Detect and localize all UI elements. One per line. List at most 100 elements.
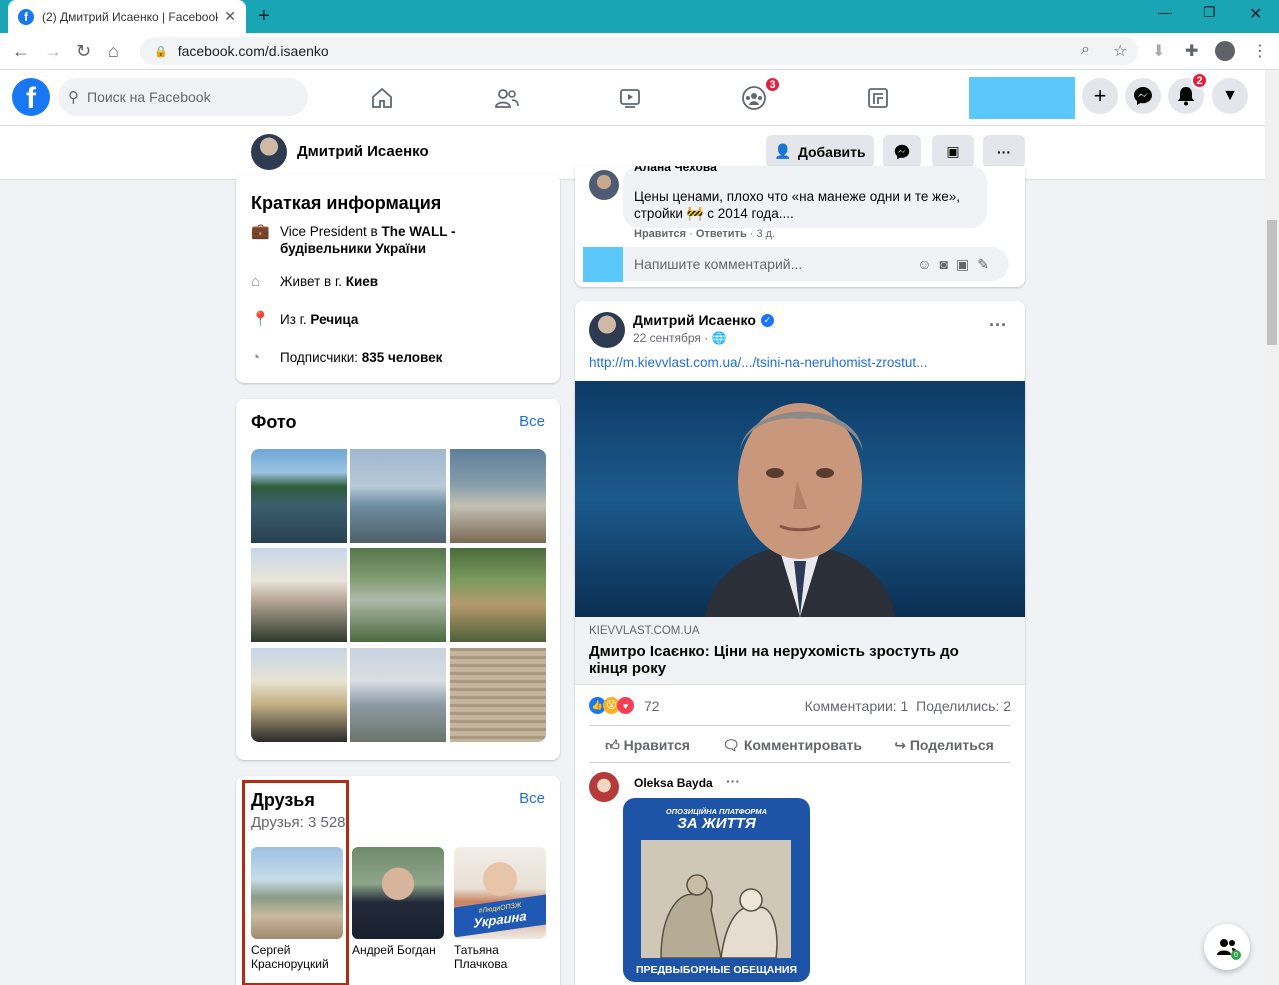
bookmark-star-icon[interactable]: ☆ (1113, 41, 1127, 61)
divider (589, 725, 1010, 726)
profile-shortcut[interactable] (969, 77, 1075, 119)
create-plus-icon[interactable]: + (1082, 78, 1118, 114)
photo-thumbnail[interactable] (450, 548, 546, 642)
facebook-logo-icon[interactable]: f (12, 78, 50, 116)
post-meta: 22 сентября · 🌐 (633, 331, 727, 345)
message-button[interactable] (883, 135, 921, 168)
browser-menu-icon[interactable]: ⋮ (1252, 41, 1268, 61)
download-icon[interactable]: ⬇ (1152, 41, 1165, 61)
link-preview-image[interactable] (575, 381, 1025, 617)
reactions-count: 72 (644, 697, 660, 714)
page-scrollbar[interactable] (1265, 70, 1279, 985)
post-more-icon[interactable]: ··· (989, 315, 1007, 336)
close-window-icon[interactable]: ✕ (1249, 4, 1262, 24)
comment-author[interactable]: Алана Чехова (634, 166, 717, 174)
friend-photo[interactable]: #ЛюдиОПЗЖ Украина (454, 847, 546, 939)
zoom-icon[interactable]: ⌕ (1081, 41, 1090, 59)
post-share-button[interactable]: ↪ Поделиться (894, 737, 994, 754)
search-input[interactable]: ⚲ Поиск на Facebook (58, 78, 308, 116)
from-city-link[interactable]: Речица (310, 312, 358, 327)
post-comment-button[interactable]: 🗨︎ Комментировать (722, 737, 862, 754)
photo-thumbnail[interactable] (450, 449, 546, 543)
comment-reply-link[interactable]: Ответить (696, 228, 747, 240)
photo-thumbnail[interactable] (350, 548, 446, 642)
post-author-avatar[interactable] (589, 312, 625, 348)
photo-thumbnail[interactable] (350, 449, 446, 543)
new-chat-button[interactable]: 0 (1204, 924, 1250, 970)
nav-home-icon[interactable] (367, 84, 397, 112)
restore-icon[interactable]: ❐ (1203, 4, 1216, 21)
scrollbar-thumb[interactable] (1267, 220, 1277, 345)
photo-thumbnail[interactable] (251, 449, 347, 543)
home-icon[interactable]: ⌂ (108, 41, 119, 62)
comment-more-icon[interactable]: ··· (726, 773, 740, 789)
cartoon-drawing (641, 840, 791, 959)
add-friend-button[interactable]: 👤 Добавить (766, 135, 874, 168)
nav-watch-icon[interactable] (615, 84, 645, 112)
briefcase-icon: 💼 (251, 223, 270, 240)
link-preview-caption[interactable]: KIEVVLAST.COM.UA Дмитро Ісаєнко: Ціни на… (575, 617, 1025, 685)
messenger-icon[interactable] (1125, 78, 1161, 114)
comment-like-link[interactable]: Нравится (634, 228, 686, 240)
highlight-box (242, 780, 349, 985)
more-dots-icon: ··· (997, 143, 1011, 160)
tab-close-icon[interactable]: ✕ (224, 8, 236, 25)
back-arrow-icon[interactable]: ← (12, 41, 30, 62)
shares-count-link[interactable]: Поделились: 2 (916, 698, 1011, 714)
friend-name[interactable]: Татьяна Плачкова (454, 943, 549, 971)
photos-title: Фото (251, 412, 297, 432)
reload-icon[interactable]: ↻ (76, 41, 91, 62)
friends-see-all-link[interactable]: Все (519, 790, 545, 807)
comment-actions: Нравится · Ответить · 3 д. (634, 228, 776, 240)
address-bar: ← → ↻ ⌂ 🔒 facebook.com/d.isaenko ⌕ ☆ ⬇ ✚… (0, 33, 1279, 70)
more-options-button[interactable]: ··· (983, 135, 1025, 168)
new-tab-button[interactable]: + (258, 5, 270, 28)
extensions-puzzle-icon[interactable]: ✚ (1185, 41, 1198, 61)
write-comment-input[interactable]: Напишите комментарий... ☺◙▣✎ (623, 247, 1009, 281)
comments-count-link[interactable]: Комментарии: 1 (805, 698, 909, 714)
account-menu-chevron-icon[interactable]: ▼ (1212, 78, 1248, 114)
post-like-button[interactable]: 👍︎ Нравится (605, 737, 690, 754)
photos-card: Фото Все (236, 399, 560, 760)
comment-bubble-icon: 🗨︎ (722, 736, 740, 753)
friend-photo[interactable] (352, 847, 444, 939)
nav-gaming-icon[interactable] (863, 84, 893, 112)
commenter-avatar[interactable] (589, 772, 619, 802)
photo-thumbnail[interactable] (450, 648, 546, 742)
comment-time: 3 д. (756, 228, 776, 240)
commenter-avatar[interactable] (589, 170, 619, 200)
search-icon: ⚲ (68, 89, 79, 106)
post-date[interactable]: 22 сентября (633, 331, 701, 345)
facebook-favicon-icon: f (18, 8, 34, 25)
lives-city-link[interactable]: Киев (346, 274, 378, 289)
nav-friends-icon[interactable] (492, 84, 522, 112)
comment-tools-icons[interactable]: ☺◙▣✎ (917, 256, 997, 273)
followers-count-link[interactable]: 835 человек (362, 350, 443, 365)
photo-thumbnail[interactable] (350, 648, 446, 742)
photo-thumbnail[interactable] (251, 648, 347, 742)
post-actions-bar: 👍︎ Нравится 🗨︎ Комментировать ↪ Поделить… (589, 729, 1010, 761)
forward-arrow-icon[interactable]: → (44, 41, 62, 62)
account-icon[interactable] (1215, 41, 1235, 61)
nav-groups-icon[interactable]: 3 (739, 76, 781, 112)
profile-avatar[interactable] (251, 134, 287, 170)
post-author-name[interactable]: Дмитрий Исаенко (633, 312, 756, 328)
post-link[interactable]: http://m.kievvlast.com.ua/.../tsini-na-n… (589, 355, 927, 370)
friend-name[interactable]: Андрей Богдан (352, 943, 447, 957)
post-comment-label: Комментировать (743, 736, 862, 753)
photos-see-all-link[interactable]: Все (519, 413, 545, 430)
comment-author[interactable]: Oleksa Bayda (634, 776, 713, 790)
minimize-icon[interactable]: — (1158, 4, 1172, 20)
browser-tab[interactable]: f (2) Дмитрий Исаенко | Facebook ✕ (8, 0, 246, 33)
comment-image[interactable]: ОПОЗИЦІЙНА ПЛАТФОРМА ЗА ЖИТТЯ ПРЕДВЫБОРН… (623, 798, 810, 982)
reactions-summary[interactable]: 👍 😮 ♥ 72 (589, 697, 660, 714)
photo-thumbnail[interactable] (251, 548, 347, 642)
intro-from: 📍 Из г. Речица (251, 311, 546, 328)
url-field[interactable]: 🔒 facebook.com/d.isaenko (140, 37, 1138, 65)
follow-box-button[interactable]: ▣ (932, 135, 974, 168)
profile-name[interactable]: Дмитрий Исаенко (297, 143, 429, 160)
notifications-bell-icon[interactable]: 2 (1168, 72, 1208, 114)
online-count-badge: 0 (1231, 950, 1241, 960)
lives-prefix: Живет в г. (280, 274, 346, 289)
previous-post-card: Алана Чехова Цены ценами, плохо что «на … (575, 166, 1025, 287)
